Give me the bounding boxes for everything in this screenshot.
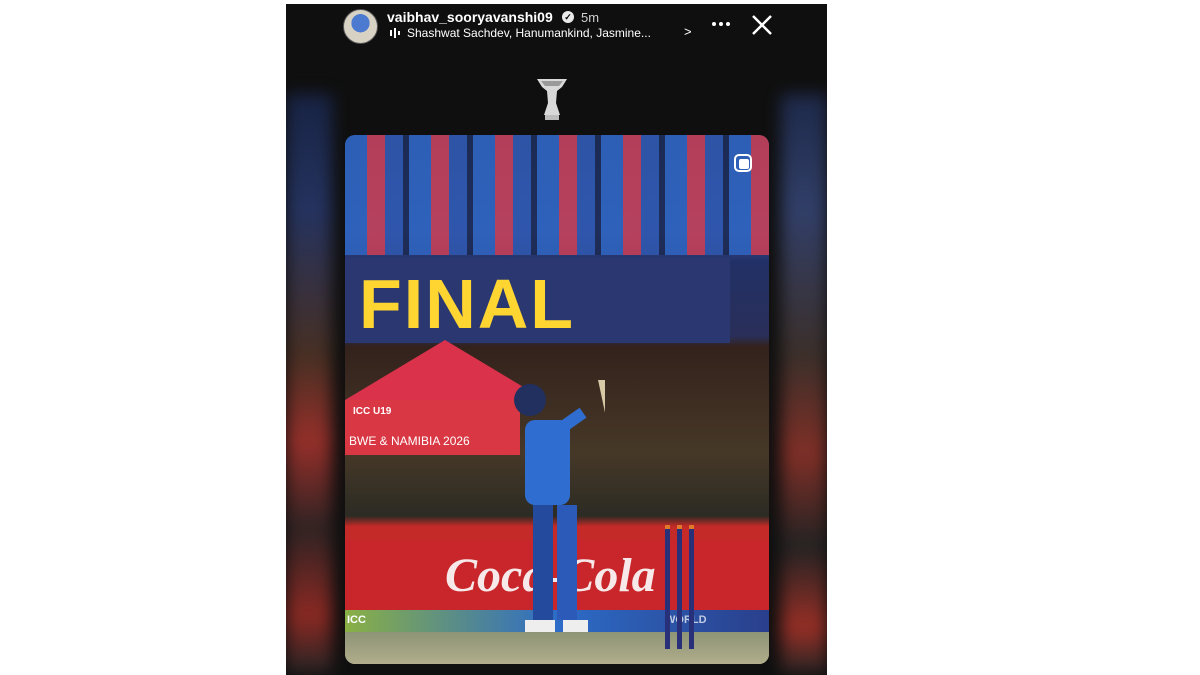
story-viewer: vaibhav_sooryavanshi09 ✓ 5m Shashwat Sac… bbox=[286, 4, 827, 675]
crowd-background bbox=[345, 135, 769, 255]
verified-badge-icon: ✓ bbox=[562, 11, 574, 23]
blurred-background-left bbox=[286, 94, 332, 674]
story-photo: FINAL ICC U19 BWE & NAMIBIA 2026 Coca-Co… bbox=[345, 135, 769, 664]
tent-panel: ICC U19 BWE & NAMIBIA 2026 bbox=[345, 400, 520, 455]
batsman-figure bbox=[514, 380, 605, 632]
username[interactable]: vaibhav_sooryavanshi09 bbox=[387, 9, 553, 25]
trophy-sticker-icon[interactable] bbox=[531, 75, 573, 123]
wicket-stump bbox=[665, 525, 670, 649]
instagram-icon[interactable] bbox=[733, 153, 753, 173]
audio-wave-icon bbox=[390, 28, 400, 38]
banner-text: FINAL bbox=[359, 265, 576, 343]
sponsor-left-text: ICC bbox=[347, 614, 366, 626]
wicket-stump bbox=[677, 525, 682, 649]
close-icon[interactable] bbox=[750, 13, 774, 37]
post-time: 5m bbox=[581, 10, 600, 25]
sponsor-right-text: WORLD bbox=[665, 614, 707, 626]
avatar[interactable] bbox=[343, 9, 378, 44]
final-banner: FINAL bbox=[345, 258, 730, 343]
more-dots-icon[interactable] bbox=[711, 21, 731, 27]
wicket-stump bbox=[689, 525, 694, 649]
story-header: vaibhav_sooryavanshi09 ✓ 5m Shashwat Sac… bbox=[286, 4, 827, 64]
music-track-label[interactable]: Shashwat Sachdev, Hanumankind, Jasmine..… bbox=[407, 26, 687, 40]
music-chevron[interactable]: > bbox=[684, 24, 692, 39]
tent-text: BWE & NAMIBIA 2026 bbox=[349, 434, 470, 448]
blurred-background-right bbox=[781, 94, 827, 674]
tent-logo: ICC U19 bbox=[353, 406, 392, 417]
